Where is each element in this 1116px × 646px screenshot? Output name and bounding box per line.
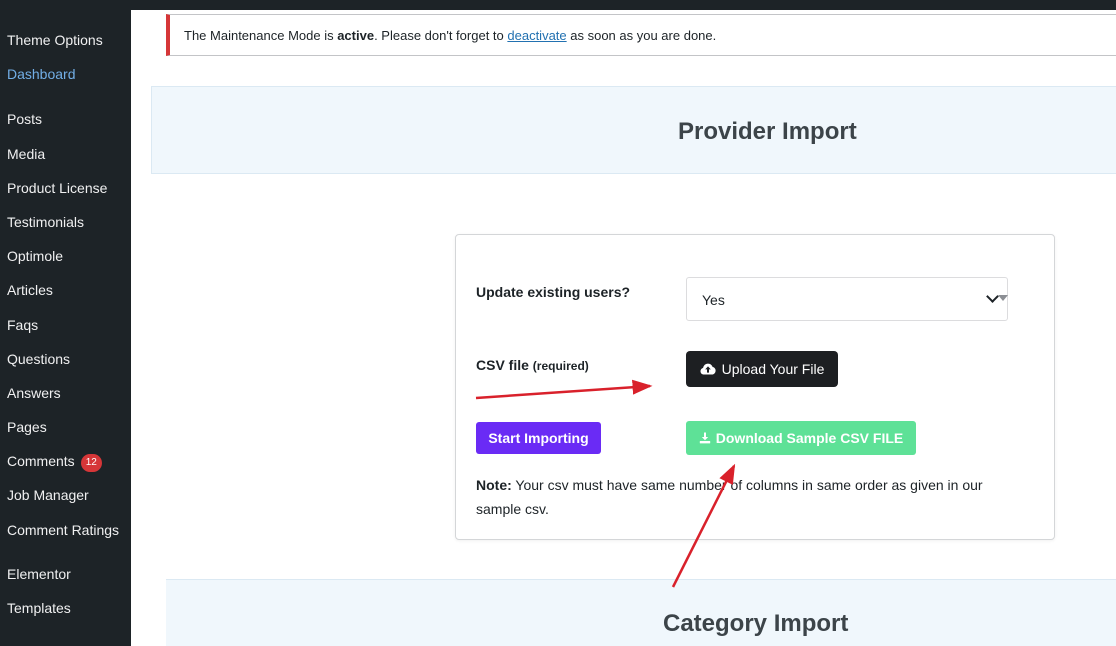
deactivate-link[interactable]: deactivate xyxy=(507,28,566,43)
caret-down-icon xyxy=(998,295,1008,301)
sidebar-item-comment-ratings[interactable]: Comment Ratings xyxy=(7,521,119,539)
update-existing-label: Update existing users? xyxy=(476,284,631,300)
sidebar-item-testimonials[interactable]: Testimonials xyxy=(7,213,84,231)
chevron-down-icon xyxy=(986,290,999,303)
sidebar-item-templates[interactable]: Templates xyxy=(7,599,71,617)
cloud-upload-icon xyxy=(700,363,716,375)
note-text: Your csv must have same number of column… xyxy=(476,477,983,517)
section-title: Category Import xyxy=(663,610,849,637)
sidebar-item-faqs[interactable]: Faqs xyxy=(7,316,38,334)
import-form-card: Update existing users? Yes CSV file (req… xyxy=(455,234,1055,540)
csv-file-label: CSV file (required) xyxy=(476,357,589,373)
sidebar-item-theme-options[interactable]: Theme Options xyxy=(7,31,103,49)
sidebar-item-answers[interactable]: Answers xyxy=(7,384,61,402)
sidebar-item-elementor[interactable]: Elementor xyxy=(7,565,71,583)
admin-sidebar: Theme Options Dashboard Posts Media Prod… xyxy=(0,10,131,646)
maintenance-notice: The Maintenance Mode is active. Please d… xyxy=(166,14,1116,56)
upload-file-button[interactable]: Upload Your File xyxy=(686,351,838,387)
sidebar-item-pages[interactable]: Pages xyxy=(7,418,47,436)
comments-count-badge: 12 xyxy=(80,454,102,472)
sidebar-item-questions[interactable]: Questions xyxy=(7,350,70,368)
note-label: Note: xyxy=(476,477,512,493)
download-sample-csv-button[interactable]: Download Sample CSV FILE xyxy=(686,421,916,455)
update-existing-value: Yes xyxy=(702,292,725,308)
sidebar-item-comments[interactable]: Comments 12 xyxy=(7,452,102,472)
sidebar-item-posts[interactable]: Posts xyxy=(7,110,42,128)
start-importing-button[interactable]: Start Importing xyxy=(476,422,601,454)
page-title: Provider Import xyxy=(678,118,857,145)
provider-import-header: Provider Import xyxy=(151,86,1116,174)
sidebar-item-optimole[interactable]: Optimole xyxy=(7,247,63,265)
admin-top-bar xyxy=(0,0,1116,10)
import-note: Note: Your csv must have same number of … xyxy=(476,473,1016,521)
sidebar-item-dashboard[interactable]: Dashboard xyxy=(7,65,76,83)
notice-status: active xyxy=(337,28,375,43)
sidebar-item-product-license[interactable]: Product License xyxy=(7,179,107,197)
sidebar-item-job-manager[interactable]: Job Manager xyxy=(7,486,89,504)
update-existing-select[interactable]: Yes xyxy=(686,277,1008,321)
sidebar-item-articles[interactable]: Articles xyxy=(7,281,53,299)
download-icon xyxy=(699,432,710,444)
required-marker: (required) xyxy=(532,359,589,373)
sidebar-item-media[interactable]: Media xyxy=(7,145,45,163)
category-import-header: Category Import xyxy=(166,579,1116,646)
